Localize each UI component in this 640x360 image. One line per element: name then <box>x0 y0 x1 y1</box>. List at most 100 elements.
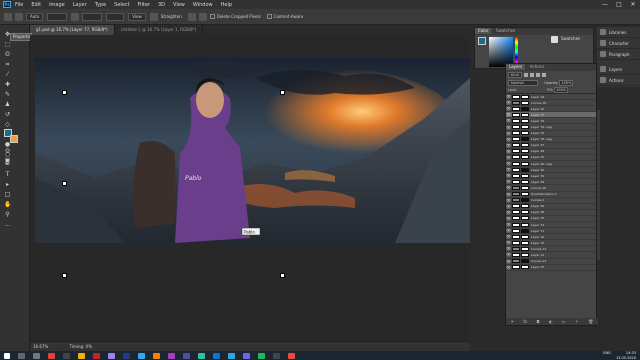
app-icon-4[interactable] <box>288 352 295 359</box>
minimize-button[interactable]: — <box>598 0 612 9</box>
screen-mode-icon[interactable]: ▣ <box>4 157 11 164</box>
crop-tool-preset-icon[interactable] <box>15 12 23 21</box>
search-icon[interactable] <box>18 352 25 359</box>
language-indicator[interactable]: ENG <box>603 351 611 355</box>
visibility-eye-icon[interactable]: 👁 <box>506 167 511 172</box>
clear-button[interactable] <box>106 12 125 21</box>
visibility-eye-icon[interactable]: 👁 <box>506 100 511 105</box>
ratio-dropdown[interactable]: Auto <box>26 12 44 21</box>
transform-handle-middle-left[interactable] <box>62 181 67 186</box>
clone-stamp-icon[interactable]: ♟ <box>4 101 11 108</box>
menu-view[interactable]: View <box>173 2 185 8</box>
fill-field[interactable]: 100% <box>554 87 569 93</box>
color-panel-foreground[interactable] <box>478 37 486 45</box>
visibility-eye-icon[interactable]: 👁 <box>506 265 511 270</box>
add-mask-icon[interactable]: ◘ <box>536 319 539 324</box>
healing-brush-icon[interactable]: ✚ <box>4 81 11 88</box>
adjustment-layer-icon[interactable]: ◐ <box>549 319 553 324</box>
tab-actions[interactable]: Actions <box>527 64 548 70</box>
telegram-icon[interactable] <box>228 352 235 359</box>
rectangle-tool-icon[interactable]: □ <box>4 191 11 198</box>
visibility-eye-icon[interactable]: 👁 <box>506 252 511 257</box>
app-icon-2[interactable] <box>213 352 220 359</box>
swatches-grid-icon[interactable] <box>551 36 558 43</box>
tab-layers[interactable]: Layers <box>506 64 526 70</box>
tab-color[interactable]: Color <box>475 28 492 34</box>
hand-tool-icon[interactable]: ✋ <box>4 201 11 208</box>
visibility-eye-icon[interactable]: 👁 <box>506 106 511 111</box>
menu-edit[interactable]: Edit <box>31 2 41 8</box>
menu-3d[interactable]: 3D <box>158 2 165 8</box>
home-icon[interactable] <box>4 12 12 21</box>
character-panel-button[interactable]: Character <box>597 38 640 49</box>
audition-icon[interactable] <box>183 352 190 359</box>
transform-handle-bottom-middle[interactable] <box>280 273 285 278</box>
visibility-eye-icon[interactable]: 👁 <box>506 216 511 221</box>
view-dropdown[interactable]: View <box>128 12 146 21</box>
content-aware-checkbox[interactable] <box>266 14 272 19</box>
path-selection-icon[interactable]: ▸ <box>4 181 11 188</box>
transform-handle-top-middle[interactable] <box>280 90 285 95</box>
visibility-eye-icon[interactable]: 👁 <box>506 118 511 123</box>
viber-icon[interactable] <box>243 352 250 359</box>
tab-swatches[interactable]: Swatches <box>493 28 518 34</box>
link-layers-icon[interactable]: ⚭ <box>511 319 514 324</box>
actions-panel-button[interactable]: Actions <box>597 75 640 86</box>
layer-row[interactable]: 👁 Layer 25 <box>506 265 596 271</box>
marquee-tool-icon[interactable]: ⬚ <box>4 41 11 48</box>
visibility-eye-icon[interactable]: 👁 <box>506 204 511 209</box>
visibility-eye-icon[interactable]: 👁 <box>506 210 511 215</box>
visibility-eye-icon[interactable]: 👁 <box>506 198 511 203</box>
visibility-eye-icon[interactable]: 👁 <box>506 173 511 178</box>
visibility-eye-icon[interactable]: 👁 <box>506 234 511 239</box>
visibility-eye-icon[interactable]: 👁 <box>506 259 511 264</box>
menu-layer[interactable]: Layer <box>73 2 87 8</box>
zoom-tool-icon[interactable]: ⚲ <box>4 211 11 218</box>
history-brush-icon[interactable]: ↺ <box>4 111 11 118</box>
acrobat-icon[interactable] <box>93 352 100 359</box>
visibility-eye-icon[interactable]: 👁 <box>506 246 511 251</box>
overlay-options-icon[interactable] <box>187 12 196 21</box>
filter-shape-icon[interactable] <box>541 73 546 77</box>
media-encoder-icon[interactable] <box>168 352 175 359</box>
layer-filter-dropdown[interactable]: Kind <box>508 72 522 78</box>
menu-type[interactable]: Type <box>95 2 106 8</box>
delete-layer-icon[interactable]: 🗑 <box>588 319 593 324</box>
lasso-tool-icon[interactable]: ʘ <box>4 51 11 58</box>
paragraph-panel-button[interactable]: Paragraph <box>597 49 640 60</box>
visibility-eye-icon[interactable]: 👁 <box>506 155 511 160</box>
visibility-eye-icon[interactable]: 👁 <box>506 228 511 233</box>
layer-style-icon[interactable]: fx <box>523 319 527 324</box>
photoshop-taskbar-icon[interactable] <box>138 352 145 359</box>
visibility-eye-icon[interactable]: 👁 <box>506 125 511 130</box>
terminal-icon[interactable] <box>63 352 70 359</box>
crop-settings-icon[interactable] <box>198 12 207 21</box>
app-icon-1[interactable] <box>198 352 205 359</box>
task-view-icon[interactable] <box>33 352 40 359</box>
menu-image[interactable]: Image <box>49 2 65 8</box>
zoom-level[interactable]: 16.67% <box>33 344 48 349</box>
clock-date[interactable]: 13.05.2020 <box>616 356 636 360</box>
maximize-button[interactable]: □ <box>612 0 626 9</box>
libraries-panel-button[interactable]: Libraries <box>597 27 640 38</box>
filter-pixel-icon[interactable] <box>523 73 528 77</box>
explorer-icon[interactable] <box>78 352 85 359</box>
visibility-eye-icon[interactable]: 👁 <box>506 143 511 148</box>
tab-untitled-1[interactable]: Untitled-1 @ 16.7% (Layer 1, RGB/8*) <box>115 25 204 35</box>
transform-handle-bottom-left[interactable] <box>62 273 67 278</box>
visibility-eye-icon[interactable]: 👁 <box>506 131 511 136</box>
windows-start-icon[interactable] <box>4 352 10 359</box>
quick-mask-icon[interactable]: ◎ <box>4 147 11 154</box>
visibility-eye-icon[interactable]: 👁 <box>506 112 511 117</box>
visibility-eye-icon[interactable]: 👁 <box>506 179 511 184</box>
filter-type-icon[interactable] <box>535 73 540 77</box>
opacity-field[interactable]: 100% <box>559 80 574 86</box>
crop-tool-icon[interactable]: ⌗ <box>4 61 11 68</box>
visibility-eye-icon[interactable]: 👁 <box>506 149 511 154</box>
illustrator-icon[interactable] <box>153 352 160 359</box>
eyedropper-tool-icon[interactable]: ⁄ <box>4 71 11 78</box>
visibility-eye-icon[interactable]: 👁 <box>506 137 511 142</box>
group-icon[interactable]: ▭ <box>562 319 566 324</box>
menu-filter[interactable]: Filter <box>138 2 150 8</box>
visibility-eye-icon[interactable]: 👁 <box>506 94 511 99</box>
